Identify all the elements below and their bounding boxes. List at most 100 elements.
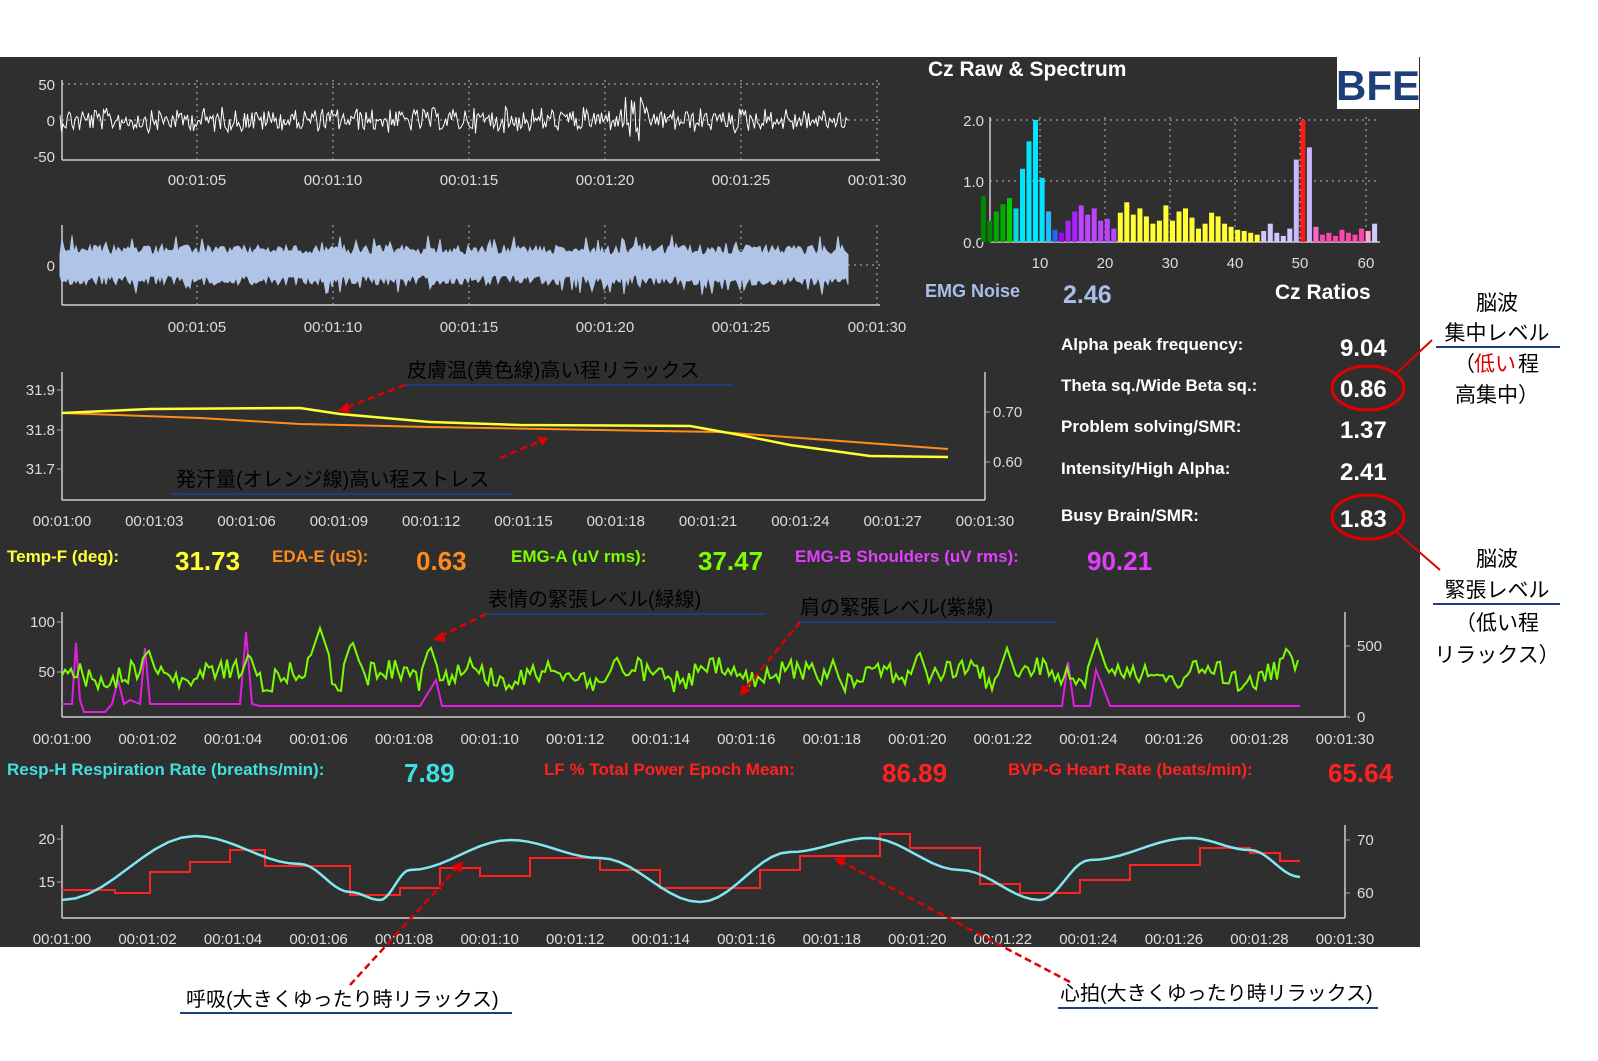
eeg-raw-xtick: 00:01:15 <box>440 172 498 189</box>
tension-ann-line: リラックス） <box>1434 644 1559 667</box>
temp-readout-value: 31.73 <box>175 546 240 576</box>
time-tick-label: 00:01:24 <box>771 513 829 530</box>
hr-readout-value: 65.64 <box>1328 758 1394 788</box>
eeg-filt-xtick: 00:01:10 <box>304 319 362 336</box>
spectrum-bar <box>1352 234 1358 242</box>
emg-noise-label: EMG Noise <box>925 281 1020 301</box>
eeg-raw-xtick: 00:01:30 <box>848 172 906 189</box>
time-tick-label: 00:01:28 <box>1230 731 1288 748</box>
spectrum-bar <box>1280 235 1286 242</box>
spectrum-bar <box>1196 228 1201 242</box>
temp-trace <box>61 406 949 459</box>
eda-annotation: 発汗量(オレンジ線)高い程ストレス <box>176 468 489 491</box>
ratio-value: 0.86 <box>1340 376 1387 403</box>
heart-ann-text: 心拍(大きくゆったり時リラックス) <box>1060 982 1373 1005</box>
temp-eda-chart: 31.9 31.8 31.7 0.70 0.60 00:01:00 00:01:0… <box>26 359 1022 530</box>
time-tick-label: 00:01:26 <box>1145 931 1203 948</box>
spectrum-bar <box>1202 223 1208 242</box>
temp-annotation: 皮膚温(黄色線)高い程リラックス <box>407 359 700 382</box>
time-tick-label: 00:01:16 <box>717 931 775 948</box>
spectrum-bar <box>1072 211 1078 242</box>
time-tick-label: 00:01:06 <box>289 731 347 748</box>
eeg-filt-xtick: 00:01:30 <box>848 319 906 336</box>
ratio-value: 1.83 <box>1340 506 1387 533</box>
temp-ytick: 31.7 <box>26 461 55 478</box>
eeg-filtered-trace <box>59 235 849 295</box>
tension-ann-line: （低い程 <box>1455 612 1539 635</box>
spectrum-bar <box>1267 223 1273 242</box>
spectrum-bar <box>1130 214 1136 242</box>
spectrum-ytick: 2.0 <box>963 113 984 130</box>
time-tick-label: 00:01:06 <box>289 931 347 948</box>
spectrum-bar <box>1365 231 1371 242</box>
hr-readout-label: BVP-G Heart Rate (beats/min): <box>1008 760 1253 779</box>
spectrum-xtick: 20 <box>1097 255 1114 272</box>
spectrum-bar <box>1156 220 1162 242</box>
spectrum-bar <box>1000 204 1006 242</box>
spectrum-bar <box>1033 120 1038 242</box>
time-tick-label: 00:01:14 <box>632 931 690 948</box>
tension-ann-line: 緊張レベル <box>1445 579 1550 602</box>
eeg-raw-ytick: 50 <box>38 77 55 94</box>
spectrum-bar <box>1013 208 1019 242</box>
eda-readout-label: EDA-E (uS): <box>272 547 368 566</box>
time-tick-label: 00:01:00 <box>33 513 91 530</box>
breath-ann-text: 呼吸(大きくゆったり時リラックス) <box>186 988 499 1011</box>
spectrum-bar <box>993 211 999 242</box>
time-tick-label: 00:01:12 <box>546 731 604 748</box>
focus-ann-paren: （ <box>1454 353 1475 376</box>
time-tick-label: 00:01:22 <box>974 731 1032 748</box>
eeg-filt-xtick: 00:01:15 <box>440 319 498 336</box>
spectrum-bar <box>1091 208 1097 242</box>
spectrum-bar <box>1007 198 1012 242</box>
spectrum-bar <box>1228 226 1234 243</box>
eda-ytick: 0.60 <box>993 454 1022 471</box>
time-tick-label: 00:01:20 <box>888 931 946 948</box>
focus-annotation: 脳波 集中レベル （ 低い 程 高集中） <box>1436 292 1560 407</box>
eda-readout-value: 0.63 <box>416 546 467 576</box>
spectrum-bar <box>1215 216 1221 242</box>
ratio-label: Theta sq./Wide Beta sq.: <box>1061 376 1257 395</box>
spectrum-xtick: 40 <box>1227 255 1244 272</box>
resp-readout-value: 7.89 <box>404 758 455 788</box>
spectrum-bar <box>1176 211 1182 242</box>
spectrum-bar <box>1313 226 1319 243</box>
dashboard-canvas: 50 0 -50 00:01:05 00:01:10 00:01:15 00:0… <box>7 57 1560 1014</box>
resp-time-axis: 00:01:00 00:01:02 00:01:04 00:01:06 00:01:08… <box>33 931 1374 948</box>
eeg-raw-chart: 50 0 -50 00:01:05 00:01:10 00:01:15 00:0… <box>33 77 906 189</box>
spectrum-bar <box>1052 229 1058 242</box>
time-tick-label: 00:01:27 <box>864 513 922 530</box>
shoulder-annotation: 肩の緊張レベル(紫線) <box>800 596 993 619</box>
respiration-trace <box>61 834 1301 904</box>
spectrum-bar <box>1339 229 1345 242</box>
emg-chart: 100 50 500 0 00:01:00 00:01:02 00:01:04 00:… <box>30 588 1382 748</box>
eeg-raw-xtick: 00:01:05 <box>168 172 226 189</box>
spectrum-bar <box>1170 220 1175 242</box>
spectrum-bar <box>1241 231 1247 242</box>
spectrum-bar <box>1287 228 1293 242</box>
spectrum-bar <box>1326 232 1332 242</box>
spectrum-xtick: 60 <box>1358 255 1375 272</box>
spectrum-bar <box>1300 120 1306 242</box>
emg-a-readout-label: EMG-A (uV rms): <box>511 547 646 566</box>
spectrum-bar <box>1143 216 1149 242</box>
spectrum-bar <box>1104 218 1110 242</box>
time-tick-label: 00:01:08 <box>375 931 433 948</box>
focus-ann-line: 集中レベル <box>1445 322 1550 345</box>
time-tick-label: 00:01:15 <box>494 513 552 530</box>
spectrum-bar <box>1319 234 1325 242</box>
bfe-logo: BFE <box>1336 57 1420 109</box>
spectrum-bar <box>1306 147 1312 242</box>
spectrum-bar <box>1085 214 1091 242</box>
spectrum-bar <box>1098 220 1104 242</box>
emg-ytick: 50 <box>38 664 55 681</box>
emg-time-axis: 00:01:00 00:01:02 00:01:04 00:01:06 00:01:08… <box>33 731 1374 748</box>
eeg-raw-xtick: 00:01:25 <box>712 172 770 189</box>
eda-trace <box>61 412 949 450</box>
emg-right-ytick: 500 <box>1357 638 1382 655</box>
ratio-label: Intensity/High Alpha: <box>1061 459 1230 478</box>
time-tick-label: 00:01:10 <box>460 731 518 748</box>
temp-ytick: 31.8 <box>26 422 55 439</box>
spectrum-bar <box>987 220 993 242</box>
spectrum-bar <box>1372 223 1378 242</box>
